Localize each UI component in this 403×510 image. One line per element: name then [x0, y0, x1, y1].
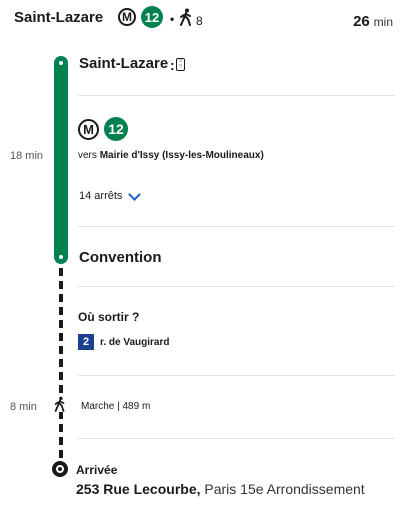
walking-person-icon — [53, 396, 67, 412]
walk-duration-label: 8 min — [10, 401, 37, 413]
exit-info: 2 r. de Vaugirard — [78, 334, 169, 350]
exit-street: r. de Vaugirard — [100, 336, 170, 348]
colon: : — [170, 57, 175, 73]
elevator-icon: ○ ○ — [176, 58, 185, 71]
duration-unit: min — [373, 15, 393, 29]
divider — [78, 226, 395, 227]
line-12-badge: 12 — [141, 6, 163, 28]
destination-icon — [52, 461, 68, 477]
divider — [78, 95, 395, 96]
walk-minutes: 8 — [196, 14, 203, 28]
arrival-label: Arrivée — [76, 463, 118, 477]
separator-dot: • — [170, 12, 175, 26]
arrival-stop-marker — [57, 253, 65, 261]
direction-text: vers Mairie d'Issy (Issy-les-Moulineaux) — [78, 150, 264, 161]
metro-duration-label: 18 min — [10, 150, 44, 162]
departure-stop-name: Saint-Lazare — [79, 55, 169, 72]
divider — [78, 375, 395, 376]
line-12-badge: 12 — [104, 117, 128, 141]
departure-stop-marker — [57, 59, 65, 67]
direction-terminus: Mairie d'Issy (Issy-les-Moulineaux) — [99, 150, 264, 161]
trip-origin-title: Saint-Lazare — [14, 9, 104, 26]
chevron-down-icon — [128, 187, 142, 201]
exit-number-badge: 2 — [78, 334, 94, 350]
metro-route-bar — [54, 56, 68, 264]
arrival-stop-name: Convention — [79, 249, 162, 266]
arrival-street: 253 Rue Lecourbe, — [76, 481, 201, 497]
divider — [78, 438, 395, 439]
walk-distance: Marche | 489 m — [81, 401, 151, 412]
divider — [78, 286, 395, 287]
stops-count-toggle[interactable]: 14 arrêts — [79, 187, 142, 202]
walking-route-dashes — [59, 268, 63, 458]
exit-title: Où sortir ? — [78, 310, 140, 324]
direction-prefix: vers — [78, 150, 97, 161]
metro-icon: M — [78, 119, 99, 140]
metro-icon: M — [118, 8, 136, 26]
duration-value: 26 — [353, 13, 370, 30]
walking-person-icon — [180, 8, 191, 26]
stops-count-label: 14 arrêts — [79, 190, 123, 202]
trip-duration: 26 min — [353, 13, 393, 30]
arrival-city: Paris 15e Arrondissement — [204, 481, 365, 497]
arrival-address: 253 Rue Lecourbe, Paris 15e Arrondisseme… — [76, 481, 365, 497]
